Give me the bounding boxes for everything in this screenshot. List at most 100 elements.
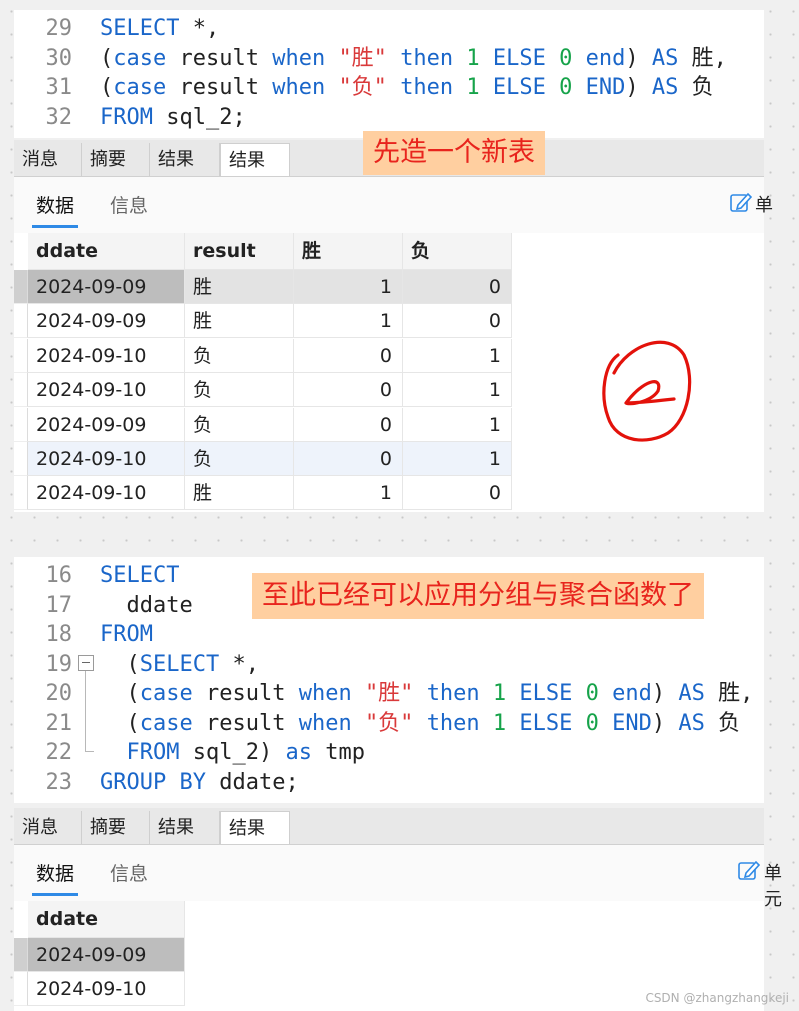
code-line[interactable]: 22 FROM sql_2) as tmp: [14, 738, 764, 767]
tab-2[interactable]: 结果 1: [150, 143, 220, 203]
row-marker[interactable]: [14, 972, 28, 1007]
code-token: then: [426, 681, 480, 706]
line-number: 29: [45, 16, 73, 41]
tab-2[interactable]: 结果 1: [150, 811, 220, 871]
edit-icon[interactable]: [730, 191, 752, 213]
table-cell[interactable]: 胜: [185, 304, 294, 339]
table-cell[interactable]: 1: [403, 407, 512, 442]
subtab-data[interactable]: 数据: [31, 191, 79, 228]
code-line[interactable]: 31 (case result when "负" then 1 ELSE 0 EN…: [14, 73, 764, 102]
top-code-editor[interactable]: 29 SELECT *, 30 (case result when "胜" then …: [14, 10, 764, 138]
table-cell[interactable]: 2024-09-09: [28, 304, 185, 339]
table-cell[interactable]: 2024-09-10: [28, 442, 185, 476]
table-cell[interactable]: 1: [294, 304, 403, 339]
code-line[interactable]: 30 (case result when "胜" then 1 ELSE 0 en…: [14, 44, 764, 73]
code-token: SELECT: [100, 563, 180, 588]
edit-icon[interactable]: [738, 859, 760, 881]
table-cell[interactable]: 1: [403, 442, 512, 476]
subtab-info[interactable]: 信息: [110, 191, 148, 218]
tab-0[interactable]: 消息: [14, 811, 82, 844]
code-token: then: [400, 75, 454, 100]
code-token: (: [100, 45, 114, 71]
tab-3[interactable]: 结果 2: [220, 143, 290, 204]
table-cell[interactable]: 胜: [185, 476, 294, 511]
tab-1[interactable]: 摘要: [82, 143, 150, 176]
line-number: 20: [45, 681, 73, 706]
tab-0[interactable]: 消息: [14, 143, 82, 176]
table-cell[interactable]: 0: [403, 304, 512, 339]
table-cell[interactable]: 0: [403, 270, 512, 304]
code-text: GROUP BY ddate;: [100, 768, 299, 797]
code-text: FROM sql_2;: [100, 103, 246, 132]
table-cell[interactable]: 1: [403, 338, 512, 373]
tab-3[interactable]: 结果 2: [220, 811, 290, 872]
column-header[interactable]: ddate: [28, 901, 185, 938]
table-cell[interactable]: 负: [185, 442, 294, 476]
table-cell[interactable]: 2024-09-10: [28, 373, 185, 408]
code-token: *,: [219, 651, 259, 677]
subtab-data[interactable]: 数据: [31, 859, 79, 896]
column-header[interactable]: ddate: [28, 233, 185, 270]
code-line[interactable]: 19 (SELECT *,: [14, 650, 764, 679]
table-cell[interactable]: 0: [294, 442, 403, 476]
subtab-info[interactable]: 信息: [110, 859, 148, 886]
row-marker[interactable]: [14, 270, 28, 304]
line-number: 19: [45, 651, 73, 677]
table-cell[interactable]: 0: [403, 476, 512, 511]
code-token: ELSE: [519, 681, 573, 706]
code-token: 1: [466, 75, 480, 100]
table-cell[interactable]: 2024-09-09: [28, 938, 185, 972]
table-cell[interactable]: 0: [294, 373, 403, 408]
code-token: sql_2;: [152, 104, 246, 130]
column-header[interactable]: 负: [403, 233, 512, 270]
code-line[interactable]: 21 (case result when "负" then 1 ELSE 0 E…: [14, 709, 764, 738]
code-line[interactable]: 18 FROM: [14, 620, 764, 649]
code-line[interactable]: 29 SELECT *,: [14, 14, 764, 43]
code-token: 1: [492, 710, 507, 736]
row-marker[interactable]: [14, 938, 28, 972]
code-token: as: [285, 740, 312, 765]
code-token: result: [192, 681, 299, 706]
code-token: ELSE: [492, 75, 546, 100]
row-marker[interactable]: [14, 373, 28, 408]
code-token: FROM: [126, 740, 180, 765]
code-token: AS: [651, 75, 679, 100]
table-cell[interactable]: 胜: [185, 270, 294, 304]
table-cell[interactable]: 2024-09-10: [28, 338, 185, 373]
code-token: ): [625, 75, 652, 100]
code-token: 胜,: [704, 681, 754, 706]
row-marker[interactable]: [14, 338, 28, 373]
table-cell[interactable]: 负: [185, 407, 294, 442]
table-cell[interactable]: 0: [294, 338, 403, 373]
table-cell[interactable]: 负: [185, 338, 294, 373]
table-cell[interactable]: 2024-09-10: [28, 972, 185, 1007]
code-text: (case result when "负" then 1 ELSE 0 END)…: [100, 73, 714, 102]
column-header[interactable]: result: [185, 233, 294, 270]
code-token: 0: [559, 45, 573, 71]
row-marker[interactable]: [14, 442, 28, 476]
table-cell[interactable]: 1: [294, 270, 403, 304]
edit-label[interactable]: 单元: [764, 859, 782, 911]
table-cell[interactable]: 2024-09-09: [28, 270, 185, 304]
code-line[interactable]: 32 FROM sql_2;: [14, 103, 764, 132]
table-cell[interactable]: 负: [185, 373, 294, 408]
row-marker[interactable]: [14, 304, 28, 339]
line-number: 18: [45, 622, 73, 647]
table-cell[interactable]: 2024-09-09: [28, 407, 185, 442]
column-header[interactable]: 胜: [294, 233, 403, 270]
row-marker[interactable]: [14, 407, 28, 442]
line-number: 17: [45, 592, 73, 618]
code-line[interactable]: 20 (case result when "胜" then 1 ELSE 0 e…: [14, 679, 764, 708]
table-cell[interactable]: 1: [403, 373, 512, 408]
tab-1[interactable]: 摘要: [82, 811, 150, 844]
code-text: SELECT *,: [100, 14, 219, 43]
row-marker[interactable]: [14, 476, 28, 511]
table-cell[interactable]: 1: [294, 476, 403, 511]
table-cell[interactable]: 2024-09-10: [28, 476, 185, 511]
table-cell[interactable]: 0: [294, 407, 403, 442]
edit-label[interactable]: 单: [755, 191, 773, 217]
code-line[interactable]: 23 GROUP BY ddate;: [14, 768, 764, 797]
